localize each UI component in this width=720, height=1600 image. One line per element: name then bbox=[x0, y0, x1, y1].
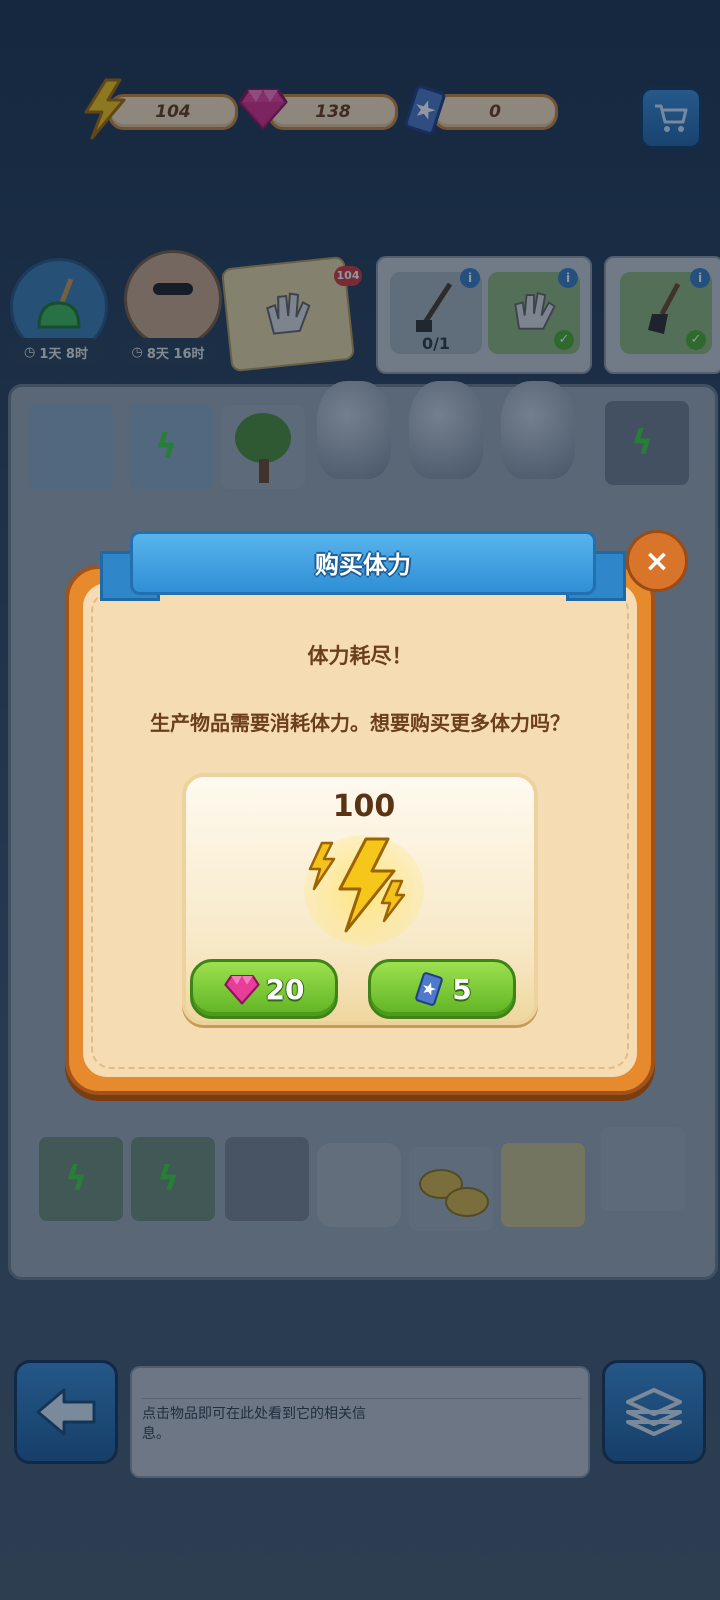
card-price: 5 bbox=[452, 972, 472, 1006]
dialog-title: 购买体力 bbox=[315, 551, 411, 579]
gem-icon bbox=[223, 974, 260, 1005]
buy-with-gems-button[interactable]: 20 bbox=[190, 959, 338, 1019]
close-button[interactable]: × bbox=[626, 530, 688, 592]
dialog-heading: 体力耗尽！ bbox=[307, 644, 413, 668]
energy-offer-card: 100 20 5 bbox=[182, 773, 538, 1025]
gem-price: 20 bbox=[265, 972, 305, 1006]
dialog-title-ribbon: 购买体力 bbox=[100, 527, 626, 611]
dialog-message: 生产物品需要消耗体力。想要购买更多体力吗？ bbox=[150, 711, 570, 735]
lightning-bundle-icon bbox=[308, 837, 406, 933]
ticket-card-icon bbox=[415, 972, 444, 1006]
buy-with-card-button[interactable]: 5 bbox=[368, 959, 516, 1019]
offer-amount: 100 bbox=[332, 789, 396, 824]
